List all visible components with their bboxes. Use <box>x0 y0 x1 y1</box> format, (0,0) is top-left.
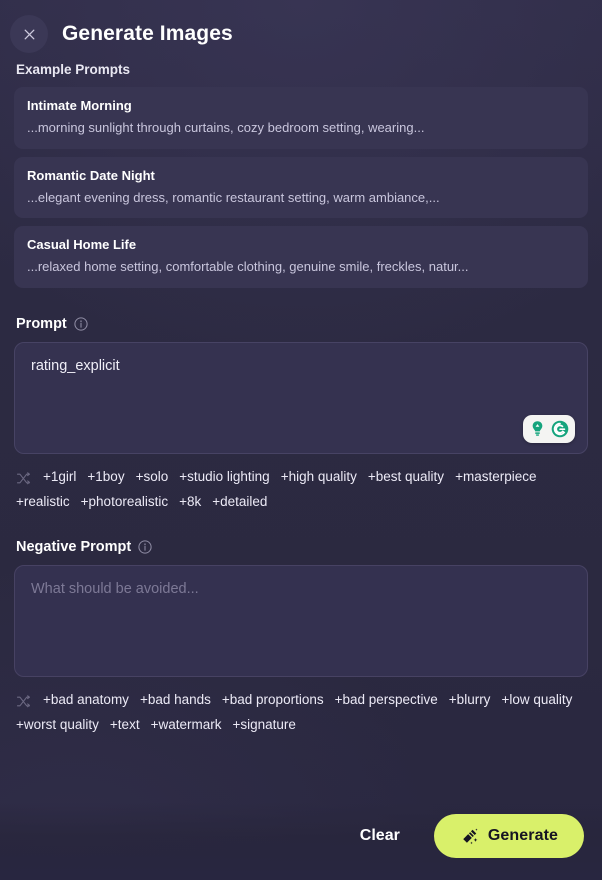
negative-prompt-tag[interactable]: +blurry <box>449 690 491 711</box>
example-prompt-title: Casual Home Life <box>27 237 137 253</box>
prompt-tag[interactable]: +realistic <box>16 492 70 513</box>
prompt-input[interactable]: rating_explicit <box>14 341 588 454</box>
prompt-tag[interactable]: +high quality <box>281 467 357 488</box>
example-prompt-title: Intimate Morning <box>27 98 132 113</box>
prompt-tag[interactable]: +1girl <box>43 467 76 488</box>
example-prompt-snippet: ...relaxed home setting, comfortable clo… <box>27 259 469 275</box>
close-icon <box>22 27 37 42</box>
negative-prompt-tag[interactable]: +bad hands <box>140 690 211 711</box>
generate-button[interactable]: Generate <box>433 814 584 858</box>
example-prompt-card[interactable]: Intimate Morning ...morning sunlight thr… <box>14 87 588 149</box>
example-prompt-snippet: ...elegant evening dress, romantic resta… <box>27 189 440 205</box>
shuffle-icon[interactable] <box>16 470 31 485</box>
prompt-tag[interactable]: +1boy <box>87 467 124 488</box>
prompt-tag[interactable]: +detailed <box>212 492 267 513</box>
panel-header: Generate Images <box>0 0 602 58</box>
example-prompts-label: Example Prompts <box>16 62 131 77</box>
example-prompt-title: Romantic Date Night <box>27 167 155 183</box>
prompt-tag[interactable]: +photorealistic <box>81 492 168 513</box>
close-button[interactable] <box>10 15 48 53</box>
prompt-tag[interactable]: +masterpiece <box>455 467 536 488</box>
prompt-tag[interactable]: +solo <box>136 467 169 488</box>
generate-images-panel: Generate Images Example Prompts Intimate… <box>0 0 602 880</box>
negative-prompt-tag[interactable]: +bad proportions <box>222 690 324 711</box>
example-prompt-snippet: ...morning sunlight through curtains, co… <box>27 120 425 135</box>
prompt-tag-row: +1girl +1boy +solo +studio lighting +hig… <box>16 467 588 513</box>
info-icon[interactable] <box>74 317 88 331</box>
panel-footer: Clear Generate <box>0 802 602 880</box>
magic-wand-icon <box>460 827 479 846</box>
negative-prompt-label: Negative Prompt <box>16 538 132 555</box>
example-prompt-card[interactable]: Casual Home Life ...relaxed home setting… <box>14 226 588 288</box>
negative-prompt-label-row: Negative Prompt <box>16 539 588 555</box>
negative-prompt-tag[interactable]: +text <box>110 715 140 736</box>
shuffle-icon[interactable] <box>16 693 31 708</box>
prompt-label: Prompt <box>16 315 67 332</box>
info-icon[interactable] <box>138 540 152 554</box>
prompt-tag[interactable]: +best quality <box>368 467 444 488</box>
negative-prompt-tag[interactable]: +low quality <box>501 690 572 711</box>
negative-prompt-tag[interactable]: +worst quality <box>16 715 99 736</box>
page-title: Generate Images <box>62 22 233 45</box>
negative-prompt-tag[interactable]: +bad perspective <box>335 690 438 711</box>
prompt-tag[interactable]: +studio lighting <box>179 467 269 488</box>
negative-prompt-tag[interactable]: +bad anatomy <box>43 690 129 711</box>
grammarly-widget[interactable] <box>523 414 575 443</box>
prompt-tag[interactable]: +8k <box>179 492 201 513</box>
prompt-input-value: rating_explicit <box>31 357 120 374</box>
negative-prompt-tag[interactable]: +signature <box>232 715 295 736</box>
negative-prompt-tag-row: +bad anatomy +bad hands +bad proportions… <box>16 690 588 736</box>
grammarly-logo-icon[interactable] <box>550 419 570 439</box>
lightbulb-icon[interactable] <box>528 419 547 438</box>
clear-button[interactable]: Clear <box>348 817 412 855</box>
generate-button-label: Generate <box>487 827 558 844</box>
example-prompt-card[interactable]: Romantic Date Night ...elegant evening d… <box>14 156 588 219</box>
negative-prompt-tag[interactable]: +watermark <box>151 715 222 736</box>
example-prompts-list: Intimate Morning ...morning sunlight thr… <box>14 87 588 288</box>
panel-body: Example Prompts Intimate Morning ...morn… <box>0 58 602 802</box>
negative-prompt-input[interactable]: What should be avoided... <box>14 564 588 677</box>
negative-prompt-placeholder: What should be avoided... <box>31 580 199 597</box>
prompt-label-row: Prompt <box>16 316 588 332</box>
